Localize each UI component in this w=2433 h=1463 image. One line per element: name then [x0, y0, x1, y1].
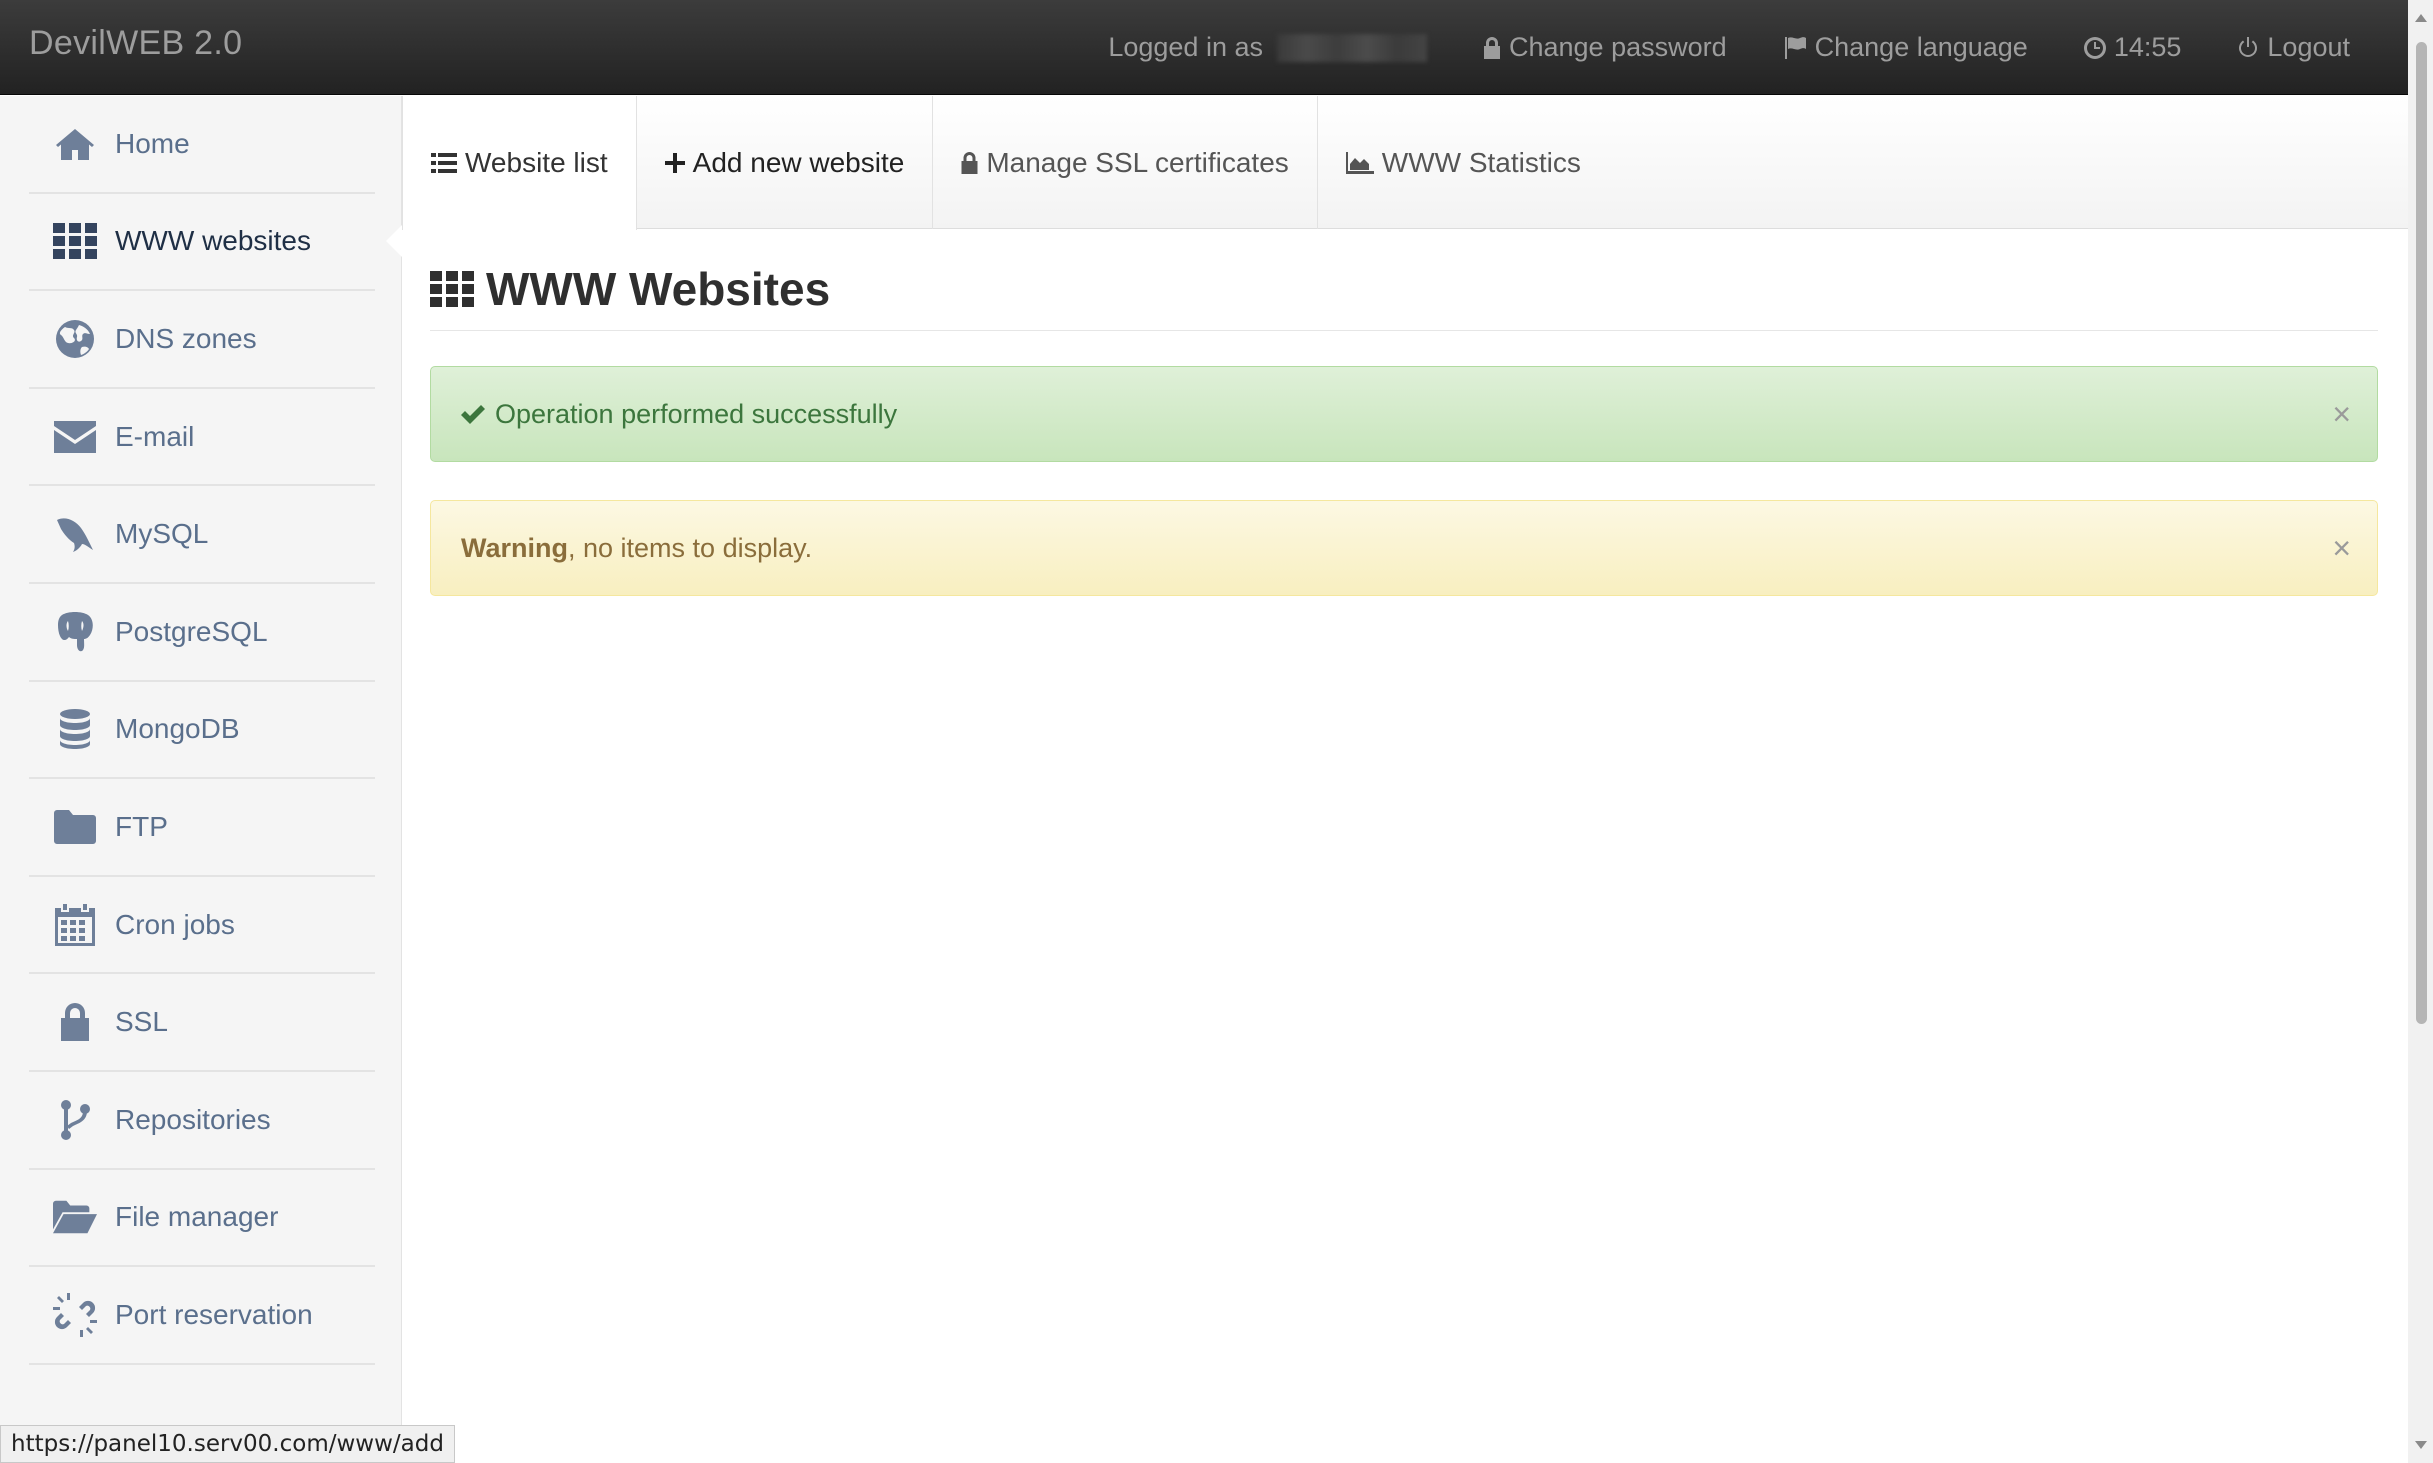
sidebar-item-label: File manager: [115, 1201, 279, 1233]
sidebar-item-label: Port reservation: [115, 1298, 313, 1330]
change-password-label: Change password: [1508, 32, 1727, 62]
tab-label: Website list: [465, 147, 608, 178]
logout-label: Logout: [2267, 32, 2350, 62]
lock-icon: [961, 151, 978, 174]
sidebar-item-home[interactable]: Home: [29, 96, 375, 194]
sidebar-item-file-manager[interactable]: File manager: [29, 1170, 375, 1268]
area-chart-icon: [1345, 151, 1374, 174]
clock-icon: [2083, 36, 2106, 59]
sidebar: Home WWW websites DNS zones E-mail MySQL: [0, 96, 403, 1463]
sidebar-item-ssl[interactable]: SSL: [29, 974, 375, 1072]
clock-display: 14:55: [2083, 32, 2182, 63]
page-title-text: WWW Websites: [486, 263, 831, 315]
change-language-label: Change language: [1814, 32, 2028, 62]
tab-label: Add new website: [692, 146, 905, 178]
globe-icon: [53, 317, 97, 361]
sidebar-item-port-reservation[interactable]: Port reservation: [29, 1267, 375, 1365]
success-alert: Operation performed successfully ×: [430, 366, 2378, 462]
link-status-url: https://panel10.serv00.com/www/add: [0, 1425, 455, 1463]
logged-in-indicator: Logged in as: [1108, 32, 1427, 63]
unlink-icon: [53, 1292, 97, 1337]
check-icon: [461, 405, 485, 424]
change-language-link[interactable]: Change language: [1783, 32, 2028, 63]
tab-manage-ssl-certificates[interactable]: Manage SSL certificates: [933, 96, 1318, 229]
sidebar-item-label: FTP: [115, 810, 168, 842]
grid-icon: [53, 219, 97, 263]
lock-icon: [53, 1000, 97, 1044]
tab-add-new-website[interactable]: Add new website: [637, 96, 934, 229]
envelope-icon: [53, 415, 97, 459]
sidebar-item-label: WWW websites: [115, 225, 311, 257]
scroll-up-arrow-icon[interactable]: [2415, 14, 2427, 22]
lock-icon: [1483, 36, 1500, 59]
brand-logo[interactable]: DevilWEB 2.0: [29, 24, 242, 63]
tab-website-list[interactable]: Website list: [402, 96, 637, 230]
sidebar-item-label: Home: [115, 127, 190, 159]
sidebar-menu: Home WWW websites DNS zones E-mail MySQL: [29, 96, 403, 1365]
branch-icon: [53, 1098, 97, 1142]
sidebar-item-label: E-mail: [115, 420, 195, 452]
clock-time: 14:55: [2113, 32, 2182, 62]
redacted-username: [1276, 33, 1427, 62]
sidebar-item-email[interactable]: E-mail: [29, 389, 375, 487]
home-icon: [53, 122, 97, 166]
warning-alert: Warning, no items to display. ×: [430, 500, 2378, 596]
sidebar-item-label: MySQL: [115, 518, 209, 550]
warning-strong: Warning: [461, 532, 568, 563]
sidebar-item-www-websites[interactable]: WWW websites: [29, 194, 403, 292]
close-icon[interactable]: ×: [2332, 396, 2351, 432]
success-message: Operation performed successfully: [495, 398, 898, 429]
tab-label: WWW Statistics: [1381, 146, 1581, 178]
sidebar-item-label: MongoDB: [115, 713, 240, 745]
scroll-down-arrow-icon[interactable]: [2415, 1441, 2427, 1449]
scrollbar-thumb[interactable]: [2416, 42, 2427, 1024]
sidebar-item-mysql[interactable]: MySQL: [29, 486, 375, 584]
power-icon: [2239, 36, 2258, 57]
sidebar-item-label: Cron jobs: [115, 908, 235, 940]
sidebar-item-label: DNS zones: [115, 322, 257, 354]
sidebar-item-label: SSL: [115, 1006, 168, 1038]
sidebar-item-cron-jobs[interactable]: Cron jobs: [29, 877, 375, 975]
change-password-link[interactable]: Change password: [1483, 32, 1727, 63]
grid-icon: [430, 271, 474, 307]
folder-icon: [53, 805, 97, 849]
logout-link[interactable]: Logout: [2237, 32, 2350, 63]
sidebar-item-label: Repositories: [115, 1103, 271, 1135]
list-icon: [431, 153, 457, 173]
sidebar-item-postgresql[interactable]: PostgreSQL: [29, 584, 375, 682]
plus-icon: [664, 152, 685, 173]
sidebar-item-mongodb[interactable]: MongoDB: [29, 682, 375, 780]
page-title: WWW Websites: [430, 262, 2378, 331]
tab-www-statistics[interactable]: WWW Statistics: [1318, 96, 1609, 229]
top-navbar: DevilWEB 2.0 Logged in as Change passwor…: [0, 0, 2408, 95]
folder-open-icon: [53, 1195, 97, 1239]
tab-label: Manage SSL certificates: [986, 146, 1289, 178]
dolphin-icon: [53, 512, 97, 556]
sidebar-item-dns-zones[interactable]: DNS zones: [29, 291, 375, 389]
vertical-scrollbar[interactable]: [2408, 0, 2433, 1463]
calendar-icon: [53, 903, 97, 947]
navbar-right: Logged in as Change password Change lang…: [1052, 0, 2350, 95]
sidebar-item-label: PostgreSQL: [115, 615, 268, 647]
database-icon: [53, 707, 97, 751]
sidebar-item-ftp[interactable]: FTP: [29, 779, 375, 877]
close-icon[interactable]: ×: [2332, 530, 2351, 566]
website-tabs: Website list Add new website Manage SSL …: [402, 96, 2408, 230]
elephant-icon: [53, 610, 97, 654]
logged-in-label: Logged in as: [1108, 32, 1263, 62]
flag-icon: [1784, 36, 1806, 59]
warning-message: , no items to display.: [568, 532, 813, 563]
sidebar-item-repositories[interactable]: Repositories: [29, 1072, 375, 1170]
